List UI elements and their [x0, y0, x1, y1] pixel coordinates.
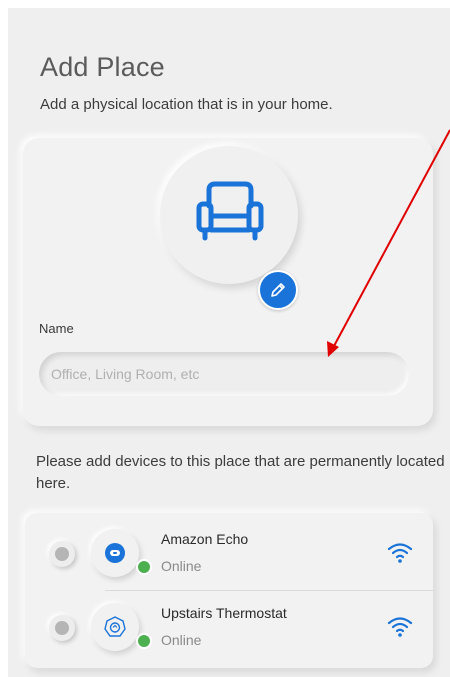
device-select-radio[interactable] — [49, 541, 75, 567]
place-details-card: Name — [23, 138, 433, 426]
devices-instructions: Please add devices to this place that ar… — [36, 453, 445, 492]
echo-speaker-icon — [105, 543, 125, 563]
device-status: Online — [161, 632, 202, 648]
add-place-screen: Add Place Add a physical location that i… — [8, 8, 450, 677]
edit-icon-button[interactable] — [258, 270, 298, 310]
device-list: Amazon Echo Online Upstairs Thermostat O… — [25, 513, 433, 668]
online-status-dot — [136, 559, 152, 575]
wifi-icon — [387, 543, 413, 563]
list-item[interactable]: Upstairs Thermostat Online — [25, 591, 433, 663]
online-status-dot — [136, 633, 152, 649]
device-name: Amazon Echo — [161, 531, 249, 547]
thermostat-icon — [104, 616, 126, 637]
device-name: Upstairs Thermostat — [161, 605, 287, 621]
place-icon-picker[interactable] — [160, 146, 298, 284]
armchair-icon — [196, 181, 264, 241]
device-avatar — [91, 529, 139, 577]
page-title: Add Place — [40, 52, 165, 82]
device-avatar — [91, 603, 139, 651]
list-item[interactable]: Amazon Echo Online — [25, 517, 433, 589]
name-label: Name — [39, 321, 74, 336]
wifi-icon — [387, 617, 413, 637]
device-status: Online — [161, 558, 202, 574]
device-select-radio[interactable] — [49, 615, 75, 641]
pencil-icon — [271, 283, 285, 297]
place-name-input[interactable] — [39, 352, 409, 396]
page-subtitle: Add a physical location that is in your … — [40, 96, 333, 113]
